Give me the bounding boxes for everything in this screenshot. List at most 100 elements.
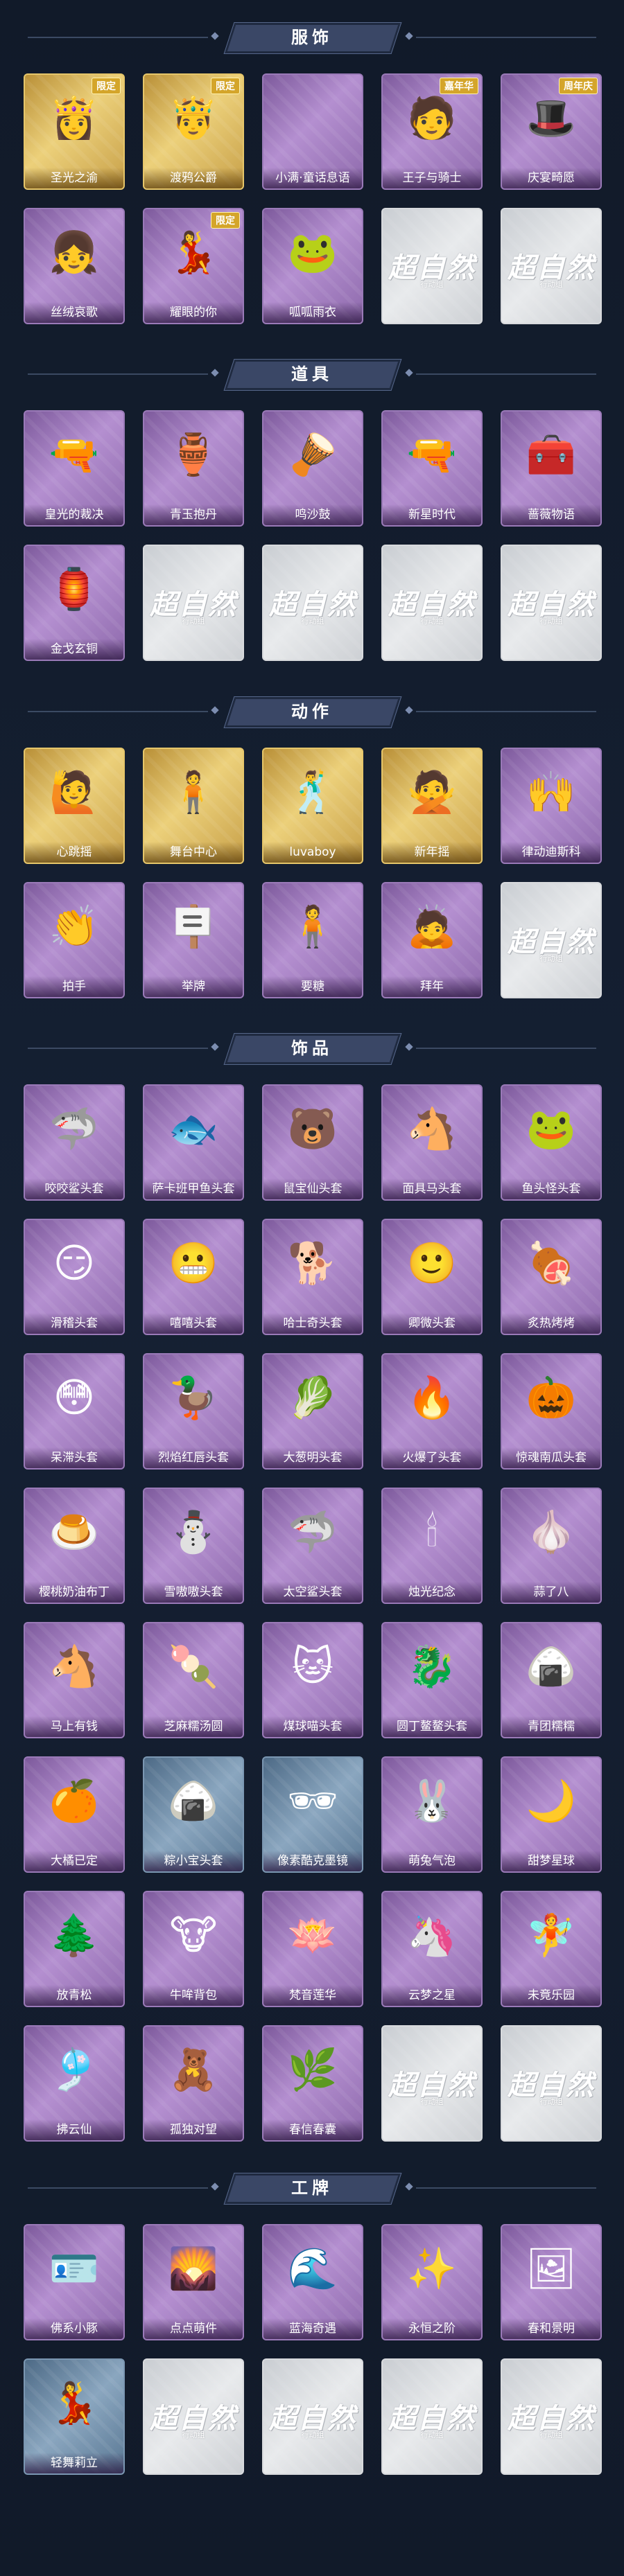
item-card[interactable]: 👸 圣光之渝 限定: [24, 73, 125, 190]
item-name: 甜梦星球: [502, 1851, 600, 1871]
empty-slot-card[interactable]: 超自然 行动组: [143, 2358, 244, 2475]
item-name: 鱼头怪头套: [502, 1179, 600, 1199]
item-card[interactable]: 🙂 卿微头套: [381, 1219, 483, 1335]
item-card[interactable]: 🙌 律动迪斯科: [501, 748, 602, 864]
item-card[interactable]: 🪪 佛系小豚: [24, 2224, 125, 2340]
placeholder-logo-subtitle: 行动组: [539, 954, 563, 963]
item-badge: 周年庆: [559, 78, 598, 94]
item-card[interactable]: 💃 耀眼的你 限定: [143, 208, 244, 324]
item-name: 炙热烤烤: [502, 1313, 600, 1334]
item-card[interactable]: 🕯 烛光纪念: [381, 1488, 483, 1604]
item-card[interactable]: 小满·童话息语: [262, 73, 363, 190]
header-divider-left: [28, 373, 208, 375]
item-card[interactable]: 💃 轻舞莉立: [24, 2358, 125, 2475]
item-name: 皇光的裁决: [25, 504, 123, 525]
item-card[interactable]: 🐸 鱼头怪头套: [501, 1084, 602, 1201]
item-thumbnail-icon: 🐻: [287, 1105, 338, 1152]
empty-slot-card[interactable]: 超自然 行动组: [501, 882, 602, 998]
empty-slot-card[interactable]: 超自然 行动组: [262, 2358, 363, 2475]
item-card[interactable]: 🌲 放青松: [24, 1891, 125, 2007]
section-header: 饰品: [0, 1029, 624, 1068]
item-card[interactable]: 🐱 煤球喵头套: [262, 1622, 363, 1738]
item-card[interactable]: 🧰 蔷薇物语: [501, 410, 602, 527]
item-name: 舞台中心: [144, 842, 243, 863]
item-card[interactable]: 🧍 要糖: [262, 882, 363, 998]
item-card[interactable]: 🔫 新星时代: [381, 410, 483, 527]
item-card[interactable]: 🏮 金戈玄铜: [24, 545, 125, 661]
empty-slot-card[interactable]: 超自然 行动组: [501, 2358, 602, 2475]
item-card[interactable]: 🙋 心跳摇: [24, 748, 125, 864]
item-card[interactable]: ✨ 永恒之阶: [381, 2224, 483, 2340]
item-card[interactable]: 🐮 牛哞背包: [143, 1891, 244, 2007]
item-card[interactable]: 🪷 梵音莲华: [262, 1891, 363, 2007]
item-card[interactable]: 🏺 青玉抱丹: [143, 410, 244, 527]
item-card[interactable]: 🔥 火爆了头套: [381, 1353, 483, 1470]
item-card[interactable]: 🦈 咬咬鲨头套: [24, 1084, 125, 1201]
item-card[interactable]: 🔫 皇光的裁决: [24, 410, 125, 527]
item-name: 庆宴畸愿: [502, 168, 600, 188]
item-card[interactable]: 🎐 拂云仙: [24, 2025, 125, 2142]
item-card[interactable]: 🍡 芝麻糯汤圆: [143, 1622, 244, 1738]
empty-slot-card[interactable]: 超自然 行动组: [501, 545, 602, 661]
item-card[interactable]: 🕺 luvaboy: [262, 748, 363, 864]
empty-slot-card[interactable]: 超自然 行动组: [501, 2025, 602, 2142]
item-card[interactable]: 🐴 面具马头套: [381, 1084, 483, 1201]
item-card[interactable]: 🦄 云梦之星: [381, 1891, 483, 2007]
item-card[interactable]: 🎩 庆宴畸愿 周年庆: [501, 73, 602, 190]
item-card[interactable]: 🍙 粽小宝头套: [143, 1756, 244, 1873]
item-card[interactable]: 🦈 太空鲨头套: [262, 1488, 363, 1604]
item-card[interactable]: 🐟 萨卡班甲鱼头套: [143, 1084, 244, 1201]
item-card[interactable]: 🥬 大葱明头套: [262, 1353, 363, 1470]
empty-slot-card[interactable]: 超自然 行动组: [262, 545, 363, 661]
item-card[interactable]: 🍊 大橘已定: [24, 1756, 125, 1873]
item-card[interactable]: 🧑 王子与骑士 嘉年华: [381, 73, 483, 190]
empty-slot-card[interactable]: 超自然 行动组: [501, 208, 602, 324]
empty-slot-card[interactable]: 超自然 行动组: [381, 545, 483, 661]
item-card[interactable]: 🙅 新年摇: [381, 748, 483, 864]
item-card[interactable]: 🖼 春和景明: [501, 2224, 602, 2340]
empty-slot-card[interactable]: 超自然 行动组: [381, 208, 483, 324]
item-card[interactable]: 🧚 未竟乐园: [501, 1891, 602, 2007]
item-card[interactable]: 🌙 甜梦星球: [501, 1756, 602, 1873]
item-card[interactable]: 🐰 萌兔气泡: [381, 1756, 483, 1873]
item-card[interactable]: 🌿 春信春囊: [262, 2025, 363, 2142]
item-name: 点点萌件: [144, 2318, 243, 2339]
item-card[interactable]: 😬 嘻嘻头套: [143, 1219, 244, 1335]
item-name: 心跳摇: [25, 842, 123, 863]
item-card[interactable]: 🕶 像素酷克墨镜: [262, 1756, 363, 1873]
item-card[interactable]: 🍮 樱桃奶油布丁: [24, 1488, 125, 1604]
item-name: 举牌: [144, 976, 243, 997]
item-card[interactable]: 🍙 青团糯糯: [501, 1622, 602, 1738]
item-card[interactable]: 🐸 呱呱雨衣: [262, 208, 363, 324]
empty-slot-card[interactable]: 超自然 行动组: [143, 545, 244, 661]
item-card[interactable]: 😏 滑稽头套: [24, 1219, 125, 1335]
item-card[interactable]: 🧄 蒜了八: [501, 1488, 602, 1604]
item-card[interactable]: 👧 丝绒哀歌: [24, 208, 125, 324]
item-thumbnail-icon: 😏: [53, 1240, 96, 1287]
item-card[interactable]: 🐴 马上有钱: [24, 1622, 125, 1738]
item-card[interactable]: 🐻 鼠宝仙头套: [262, 1084, 363, 1201]
item-card[interactable]: 🐉 圆丁鳌鳌头套: [381, 1622, 483, 1738]
item-card[interactable]: 🍖 炙热烤烤: [501, 1219, 602, 1335]
item-card[interactable]: ⛄ 雪嗷嗷头套: [143, 1488, 244, 1604]
item-card[interactable]: 👏 拍手: [24, 882, 125, 998]
item-name: 青玉抱丹: [144, 504, 243, 525]
item-thumbnail-icon: 🐸: [526, 1105, 577, 1152]
item-card[interactable]: 🌄 点点萌件: [143, 2224, 244, 2340]
item-card[interactable]: 🧸 孤独对望: [143, 2025, 244, 2142]
item-card[interactable]: 🎃 惊魂南瓜头套: [501, 1353, 602, 1470]
item-card[interactable]: 🙇 拜年: [381, 882, 483, 998]
item-card[interactable]: 🦆 烈焰红唇头套: [143, 1353, 244, 1470]
item-card[interactable]: 🪧 举牌: [143, 882, 244, 998]
item-card[interactable]: 😳 呆滞头套: [24, 1353, 125, 1470]
header-ornament-right: [405, 32, 413, 40]
item-card[interactable]: 🌊 蓝海奇遇: [262, 2224, 363, 2340]
item-card[interactable]: 🤴 渡鸦公爵 限定: [143, 73, 244, 190]
item-card[interactable]: 🪘 鸣沙鼓: [262, 410, 363, 527]
item-name: 新星时代: [383, 504, 481, 525]
empty-slot-card[interactable]: 超自然 行动组: [381, 2358, 483, 2475]
item-card[interactable]: 🐕 哈士奇头套: [262, 1219, 363, 1335]
empty-slot-card[interactable]: 超自然 行动组: [381, 2025, 483, 2142]
item-card[interactable]: 🧍 舞台中心: [143, 748, 244, 864]
item-thumbnail-icon: 🍙: [168, 1777, 219, 1824]
